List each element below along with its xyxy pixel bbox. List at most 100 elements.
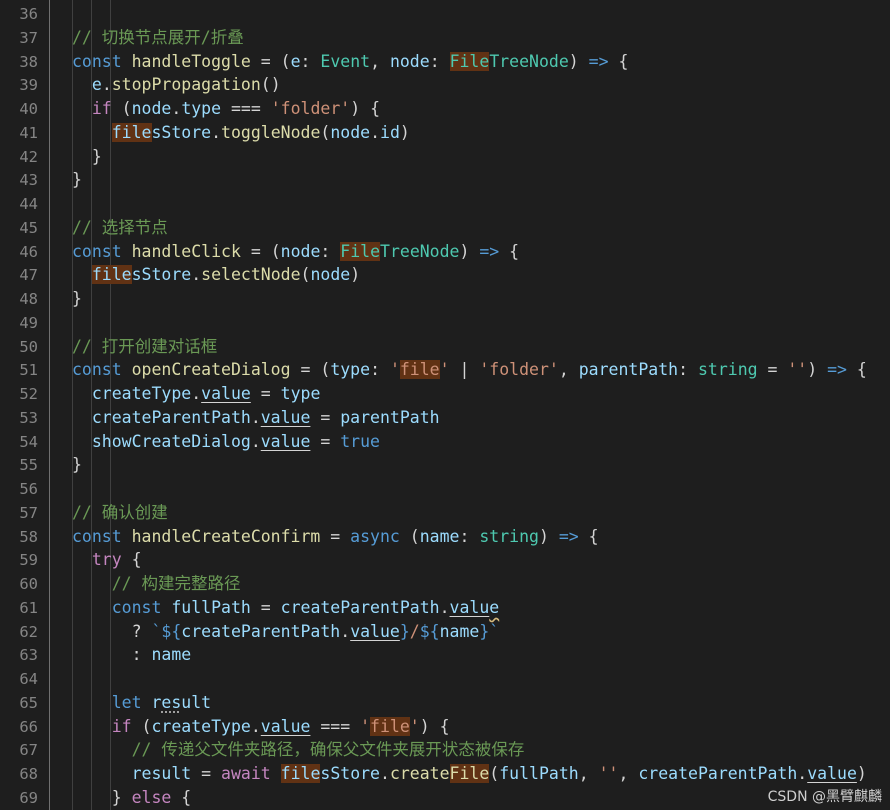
code-token: await [221, 764, 271, 783]
code-token: true [340, 431, 380, 451]
code-line[interactable]: 37 // 切换节点展开/折叠 [0, 26, 890, 50]
code-line[interactable]: 46 const handleClick = (node: FileTreeNod… [0, 240, 890, 264]
code-line[interactable]: 60 // 构建完整路径 [0, 572, 890, 596]
code-line[interactable]: 65 let result [0, 691, 890, 715]
code-token: { [578, 526, 599, 546]
line-number: 56 [19, 480, 38, 498]
code-token: string [479, 526, 539, 546]
code-token: name [439, 621, 480, 641]
code-line[interactable]: 54 showCreateDialog.value = true [0, 430, 890, 454]
code-token: // 传递父文件夹路径，确保父文件夹展开状态被保存 [72, 740, 525, 760]
code-line[interactable]: 42 } [0, 145, 890, 169]
code-token: ) [856, 764, 867, 783]
code-line[interactable]: 59 try { [0, 548, 890, 572]
code-token: } [72, 455, 82, 475]
code-line[interactable]: 53 createParentPath.value = parentPath [0, 406, 890, 430]
code-line[interactable]: 49 [0, 311, 890, 335]
code-line[interactable]: 61 const fullPath = createParentPath.val… [0, 596, 890, 620]
code-token: . [211, 122, 222, 142]
code-token: // 选择节点 [72, 217, 168, 237]
code-token: selectNode [201, 265, 301, 285]
code-token: ( [111, 99, 132, 118]
code-token: parentPath [340, 407, 440, 427]
code-line[interactable]: 41 filesStore.toggleNode(node.id) [0, 121, 890, 145]
code-text: // 选择节点 [72, 216, 168, 240]
code-token: handleToggle [131, 51, 251, 71]
code-line[interactable]: 68 result = await filesStore.createFile(… [0, 762, 890, 786]
code-line[interactable]: 58 const handleCreateConfirm = async (nam… [0, 525, 890, 549]
code-line[interactable]: 48} [0, 287, 890, 311]
code-line[interactable]: 63 : name [0, 643, 890, 667]
code-token: const [72, 526, 132, 546]
code-text: showCreateDialog.value = true [72, 430, 380, 454]
code-token: = [310, 431, 341, 451]
code-line[interactable]: 45 // 选择节点 [0, 216, 890, 240]
code-text: result = await filesStore.createFile(ful… [72, 762, 867, 786]
code-line[interactable]: 55} [0, 453, 890, 477]
code-token: type [181, 99, 222, 118]
code-editor[interactable]: 36 37 // 切换节点展开/折叠 38 const handleToggle = (… [0, 0, 890, 810]
code-line[interactable]: 39 e.stopPropagation() [0, 73, 890, 97]
code-token: = [310, 407, 341, 427]
code-line[interactable]: 51 const openCreateDialog = (type: 'file'… [0, 358, 890, 382]
code-token: . [439, 597, 450, 617]
code-token: ) [538, 526, 559, 546]
code-token: . [370, 122, 381, 142]
code-token: es [161, 692, 182, 712]
code-token: `${ [151, 621, 182, 641]
code-line[interactable]: 69 } else { [0, 786, 890, 810]
code-line[interactable]: 40 if (node.type === 'folder') { [0, 97, 890, 121]
code-token: = [320, 526, 351, 546]
watermark: CSDN @黑臂麒麟 [765, 786, 884, 806]
code-token: : [320, 241, 341, 261]
code-token: sStore [151, 122, 212, 142]
line-number: 66 [19, 717, 38, 736]
code-line[interactable]: 50 // 打开创建对话框 [0, 335, 890, 359]
code-token: e [72, 75, 102, 95]
code-text: : name [72, 643, 192, 667]
code-line[interactable]: 62 ? `${createParentPath.value}/${name}` [0, 620, 890, 644]
code-token: if [72, 716, 132, 736]
code-token: 'folder' [270, 99, 351, 118]
code-token: ( [399, 526, 420, 546]
code-token: value [260, 431, 311, 451]
code-text: filesStore.selectNode(node) [72, 263, 360, 287]
code-token: = [757, 360, 788, 380]
code-text: let result [72, 691, 211, 715]
code-line[interactable]: 44 [0, 192, 890, 216]
code-token: createType [72, 384, 192, 403]
line-number: 62 [19, 622, 38, 641]
code-line[interactable]: 36 [0, 2, 890, 26]
code-line[interactable]: 52 createType.value = type [0, 382, 890, 406]
code-text: // 传递父文件夹路径，确保父文件夹展开状态被保存 [72, 738, 525, 762]
code-token: ( [320, 122, 331, 142]
code-token: '' [598, 764, 619, 783]
code-line[interactable]: 67 // 传递父文件夹路径，确保父文件夹展开状态被保存 [0, 738, 890, 762]
code-line[interactable]: 56 [0, 477, 890, 501]
code-text: const fullPath = createParentPath.value [72, 596, 499, 620]
line-number: 46 [19, 242, 38, 261]
code-token: createType [151, 716, 251, 736]
line-number: 55 [19, 456, 38, 475]
code-token: value [807, 764, 857, 783]
code-token: const [72, 241, 132, 261]
code-token: // 确认创建 [72, 502, 168, 522]
code-token: { [499, 241, 520, 261]
code-token: => [827, 360, 847, 380]
code-text: // 确认创建 [72, 501, 168, 525]
code-token: ( [131, 716, 152, 736]
code-text: } [72, 145, 102, 169]
code-line[interactable]: 64 [0, 667, 890, 691]
code-token: === [221, 99, 271, 118]
code-line[interactable]: 38 const handleToggle = (e: Event, node: … [0, 50, 890, 74]
code-line[interactable]: 57 // 确认创建 [0, 501, 890, 525]
code-line[interactable]: 47 filesStore.selectNode(node) [0, 263, 890, 287]
code-token: fullPath [499, 764, 579, 783]
code-token: // 切换节点展开/折叠 [72, 27, 244, 47]
code-line[interactable]: 66 if (createType.value === 'file') { [0, 715, 890, 739]
code-token: , [578, 764, 599, 783]
code-token: ) { [419, 716, 450, 736]
code-line[interactable]: 43} [0, 168, 890, 192]
code-token: value [201, 384, 251, 403]
